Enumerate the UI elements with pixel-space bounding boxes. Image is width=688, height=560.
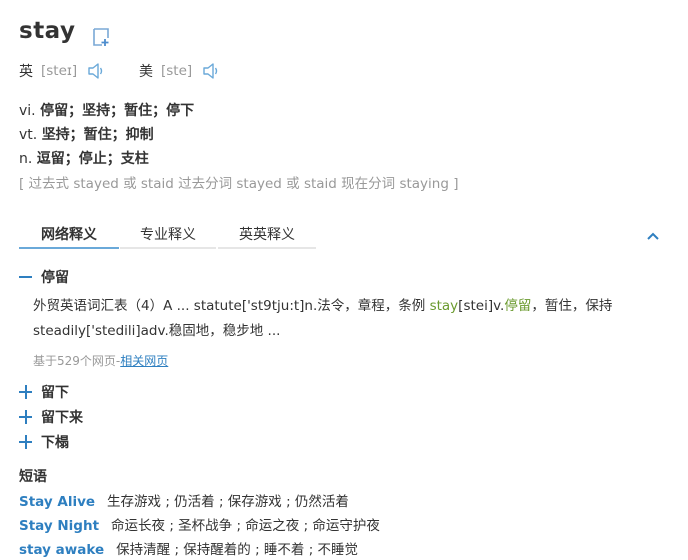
- web-sense-title: 停留: [41, 270, 69, 286]
- pronunciation-us: 美 [ste]: [139, 61, 220, 81]
- speaker-icon[interactable]: [202, 61, 220, 81]
- definition-row: n. 逗留；停止；支柱: [19, 147, 194, 171]
- basic-definitions: vi. 停留；坚持；暂住；停下 vt. 坚持；暂住；抑制 n. 逗留；停止；支柱: [19, 99, 194, 171]
- definition-text: 停留；坚持；暂住；停下: [40, 103, 195, 119]
- web-sense-toggle[interactable]: 停留: [19, 267, 69, 287]
- pronunciation-uk: 英 [steɪ]: [19, 61, 105, 81]
- example-text: steadily['stedili]adv.稳固地，稳步地 ...: [33, 323, 281, 339]
- source-prefix: 基于529个网页-: [33, 354, 121, 368]
- chevron-up-icon[interactable]: [645, 230, 661, 242]
- example-highlight: stay: [429, 298, 459, 314]
- definition-text: 逗留；停止；支柱: [36, 151, 149, 167]
- example-highlight: 停留: [504, 298, 532, 314]
- phrase-link[interactable]: stay awake: [19, 542, 104, 558]
- part-of-speech: vi.: [19, 103, 36, 119]
- phrase-item: Stay Night 命运长夜 ; 圣杯战争 ; 命运之夜 ; 命运守护夜: [19, 514, 380, 534]
- phrase-link[interactable]: Stay Night: [19, 518, 99, 534]
- add-to-wordbook-icon[interactable]: [91, 27, 111, 47]
- phrase-item: stay awake 保持清醒 ; 保持醒着的 ; 睡不着 ; 不睡觉: [19, 538, 358, 558]
- web-sense-title: 留下: [41, 385, 69, 401]
- tab-web-definitions[interactable]: 网络释义: [19, 225, 119, 249]
- phrases-heading: 短语: [19, 469, 47, 485]
- plus-icon: [19, 410, 33, 424]
- example-text: [stei]v.: [458, 298, 505, 314]
- minus-icon: [19, 270, 33, 284]
- web-sense-toggle[interactable]: 留下来: [19, 407, 83, 427]
- pron-label-us: 美: [139, 64, 153, 80]
- related-pages-link[interactable]: 相关网页: [120, 354, 168, 368]
- web-sense-title: 留下来: [41, 410, 83, 426]
- definition-tabs: 网络释义 专业释义 英英释义: [19, 225, 659, 249]
- part-of-speech: vt.: [19, 127, 38, 143]
- phrase-item: Stay Alive 生存游戏 ; 仍活着 ; 保存游戏 ; 仍然活着: [19, 490, 349, 510]
- phonetic-us: [ste]: [161, 63, 193, 79]
- example-text: 外贸英语词汇表（4）A ... statute['st9tju:t]n.法令，章…: [33, 298, 430, 314]
- phrase-translation: 生存游戏 ; 仍活着 ; 保存游戏 ; 仍然活着: [107, 494, 349, 510]
- web-source: 基于529个网页-相关网页: [33, 352, 168, 369]
- plus-icon: [19, 435, 33, 449]
- definition-text: 坚持；暂住；抑制: [41, 127, 154, 143]
- pron-label-uk: 英: [19, 64, 33, 80]
- part-of-speech: n.: [19, 151, 33, 167]
- headword: stay: [19, 18, 76, 44]
- phrase-translation: 命运长夜 ; 圣杯战争 ; 命运之夜 ; 命运守护夜: [111, 518, 380, 534]
- phrase-link[interactable]: Stay Alive: [19, 494, 95, 510]
- speaker-icon[interactable]: [87, 61, 105, 81]
- tab-professional-definitions[interactable]: 专业释义: [120, 225, 216, 249]
- web-sense-toggle[interactable]: 下榻: [19, 432, 69, 452]
- web-sense-title: 下榻: [41, 435, 69, 451]
- web-sense-example: 外贸英语词汇表（4）A ... statute['st9tju:t]n.法令，章…: [33, 294, 643, 344]
- definition-row: vi. 停留；坚持；暂住；停下: [19, 99, 194, 123]
- definition-row: vt. 坚持；暂住；抑制: [19, 123, 194, 147]
- phrase-translation: 保持清醒 ; 保持醒着的 ; 睡不着 ; 不睡觉: [116, 542, 359, 558]
- tab-english-definitions[interactable]: 英英释义: [218, 225, 316, 249]
- word-forms: [ 过去式 stayed 或 staid 过去分词 stayed 或 staid…: [19, 176, 459, 192]
- phonetic-uk: [steɪ]: [41, 63, 78, 79]
- example-text: ，暂住，保持: [531, 298, 613, 314]
- plus-icon: [19, 385, 33, 399]
- web-sense-toggle[interactable]: 留下: [19, 382, 69, 402]
